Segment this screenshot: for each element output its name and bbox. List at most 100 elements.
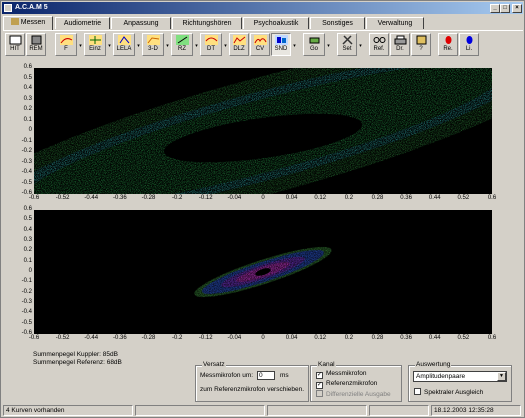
lower-y-tick-label: -0.5 bbox=[21, 319, 32, 326]
lela-dropdown-arrow[interactable]: ▾ bbox=[136, 43, 141, 49]
check-icon: ✓ bbox=[316, 382, 323, 389]
lower-x-tick-label: -0.36 bbox=[113, 335, 127, 341]
upper-y-tick-label: 0.6 bbox=[23, 64, 32, 70]
lower-y-tick-label: -0.1 bbox=[21, 278, 32, 285]
upper-y-tick-label: -0.3 bbox=[21, 158, 32, 165]
lower-x-tick-label: 0.44 bbox=[428, 335, 441, 341]
upper-x-tick-label: 0.36 bbox=[400, 195, 412, 201]
lower-x-tick-label: -0.04 bbox=[227, 335, 242, 341]
lower-x-tick-label: -0.52 bbox=[55, 335, 70, 341]
upper-y-tick-label: -0.1 bbox=[21, 137, 32, 144]
kuppler-level: Summenpegel Kuppler: 85dB bbox=[33, 351, 118, 358]
lela-button[interactable]: LELA bbox=[113, 33, 135, 56]
cv-button[interactable]: CV bbox=[250, 33, 270, 56]
lower-x-tick-label: -0.44 bbox=[84, 335, 99, 341]
snd-button[interactable]: SND bbox=[271, 33, 291, 56]
3d-button[interactable]: 3-D bbox=[142, 33, 164, 56]
referenzmikrofon-checkbox[interactable]: ✓ Referenzmikrofon bbox=[316, 380, 377, 389]
dt-dropdown-arrow[interactable]: ▾ bbox=[223, 43, 228, 49]
blue-dot-icon bbox=[466, 36, 472, 44]
lower-x-tick-label: 0.04 bbox=[285, 335, 298, 341]
left-ear-button[interactable]: Li. bbox=[459, 33, 479, 56]
tab-verwaltung[interactable]: Verwaltung bbox=[366, 17, 424, 29]
upper-x-tick-label: -0.28 bbox=[141, 195, 156, 201]
hit-icon bbox=[9, 35, 21, 45]
dt-button[interactable]: DT bbox=[200, 33, 222, 56]
right-ear-button[interactable]: Re. bbox=[438, 33, 458, 56]
upper-y-tick-label: 0.5 bbox=[23, 74, 32, 81]
tab-audiometrie[interactable]: Audiometrie bbox=[55, 17, 110, 29]
measure-icon bbox=[10, 18, 19, 25]
set-button[interactable]: Set bbox=[337, 33, 357, 56]
minimize-button[interactable]: _ bbox=[490, 4, 500, 13]
auswertung-group: Auswertung Amplitudenpaare ▼ Spektraler … bbox=[408, 361, 512, 402]
status-panel-3 bbox=[267, 405, 367, 416]
upper-x-tick-label: 0.44 bbox=[428, 195, 441, 201]
set-dropdown-arrow[interactable]: ▾ bbox=[358, 43, 363, 49]
window-title: A.C.A.M 5 bbox=[15, 4, 48, 11]
status-panel-4 bbox=[369, 405, 429, 416]
check-icon: ✓ bbox=[316, 372, 323, 379]
title-bar: A.C.A.M 5 _ □ × bbox=[2, 2, 523, 14]
differenzielle-checkbox[interactable]: Differenzielle Ausgabe bbox=[316, 390, 391, 399]
lower-y-tick-label: -0.3 bbox=[21, 299, 32, 305]
upper-x-tick-label: -0.36 bbox=[113, 195, 127, 201]
hit-button[interactable]: HIT bbox=[5, 33, 25, 56]
lower-x-tick-label: -0.12 bbox=[198, 335, 213, 341]
auswertung-selected: Amplitudenpaare bbox=[416, 373, 466, 380]
lela-icon bbox=[117, 35, 131, 45]
3d-dropdown-arrow[interactable]: ▾ bbox=[165, 43, 170, 49]
chevron-down-icon[interactable]: ▼ bbox=[497, 372, 506, 381]
dlz-button[interactable]: DLZ bbox=[229, 33, 249, 56]
tab-sonstiges[interactable]: Sonstiges bbox=[310, 17, 365, 29]
f-button[interactable]: F bbox=[55, 33, 77, 56]
curve-icon bbox=[59, 35, 73, 45]
upper-x-tick-label: 0.2 bbox=[344, 195, 354, 201]
maximize-button[interactable]: □ bbox=[500, 4, 510, 13]
go-dropdown-arrow[interactable]: ▾ bbox=[326, 43, 331, 49]
ref-button[interactable]: Ref. bbox=[369, 33, 389, 56]
print-button[interactable]: Dr. bbox=[390, 33, 410, 56]
lower-y-tick-label: 0.4 bbox=[23, 226, 32, 233]
upper-y-tick-label: 0.1 bbox=[23, 116, 32, 123]
tab-psychoakustik[interactable]: Psychoakustik bbox=[243, 17, 309, 29]
einz-dropdown-arrow[interactable]: ▾ bbox=[107, 43, 112, 49]
rz-dropdown-arrow[interactable]: ▾ bbox=[194, 43, 199, 49]
spektral-checkbox[interactable]: Spektraler Ausgleich bbox=[414, 388, 483, 397]
go-icon bbox=[309, 37, 319, 44]
upper-y-tick-label: 0.3 bbox=[23, 95, 32, 102]
lower-plot-svg bbox=[194, 246, 332, 298]
rz-button[interactable]: RZ bbox=[171, 33, 193, 56]
status-panel-2 bbox=[135, 405, 265, 416]
snd-dropdown-arrow[interactable]: ▾ bbox=[292, 43, 297, 49]
help-button[interactable]: ? bbox=[411, 33, 431, 56]
toolbar: HIT REM F ▾ Einz ▾ LELA ▾ 3-D ▾ RZ ▾ DT … bbox=[3, 30, 523, 56]
tab-anpassung[interactable]: Anpassung bbox=[111, 17, 171, 29]
lower-x-tick-label: -0.6 bbox=[28, 335, 40, 341]
lower-y-tick-label: 0.3 bbox=[23, 237, 32, 243]
f-dropdown-arrow[interactable]: ▾ bbox=[78, 43, 83, 49]
auswertung-select[interactable]: Amplitudenpaare ▼ bbox=[413, 371, 507, 382]
messmikrofon-checkbox[interactable]: ✓ Messmikrofon bbox=[316, 370, 366, 379]
tab-richtungshoeren[interactable]: Richtungshören bbox=[172, 17, 242, 29]
tab-messen[interactable]: Messen bbox=[3, 16, 53, 30]
kanal-group: Kanal ✓ Messmikrofon ✓ Referenzmikrofon Di… bbox=[310, 361, 402, 402]
lower-x-tick-label: 0 bbox=[261, 335, 265, 341]
book-icon bbox=[416, 35, 426, 45]
rem-button[interactable]: REM bbox=[26, 33, 46, 56]
go-button[interactable]: Go bbox=[303, 33, 325, 56]
upper-x-tick-label: 0.04 bbox=[285, 195, 298, 201]
upper-scatter-plot bbox=[0, 33, 525, 239]
versatz-ms-input[interactable]: 0 bbox=[257, 371, 275, 380]
einz-button[interactable]: Einz bbox=[84, 33, 106, 56]
summary-levels: Summenpegel Kuppler: 85dB Summenpegel Re… bbox=[33, 351, 122, 367]
upper-x-tick-label: 0.12 bbox=[314, 195, 327, 201]
dt-icon bbox=[204, 35, 218, 45]
close-button[interactable]: × bbox=[512, 4, 522, 13]
lower-x-tick-label: 0.28 bbox=[371, 335, 384, 341]
app-icon bbox=[4, 4, 12, 12]
upper-x-tick-label: -0.12 bbox=[198, 195, 213, 201]
lower-y-tick-label: 0.1 bbox=[23, 257, 32, 264]
upper-x-tick-label: 0.28 bbox=[371, 195, 384, 201]
red-dot-icon bbox=[445, 36, 451, 44]
